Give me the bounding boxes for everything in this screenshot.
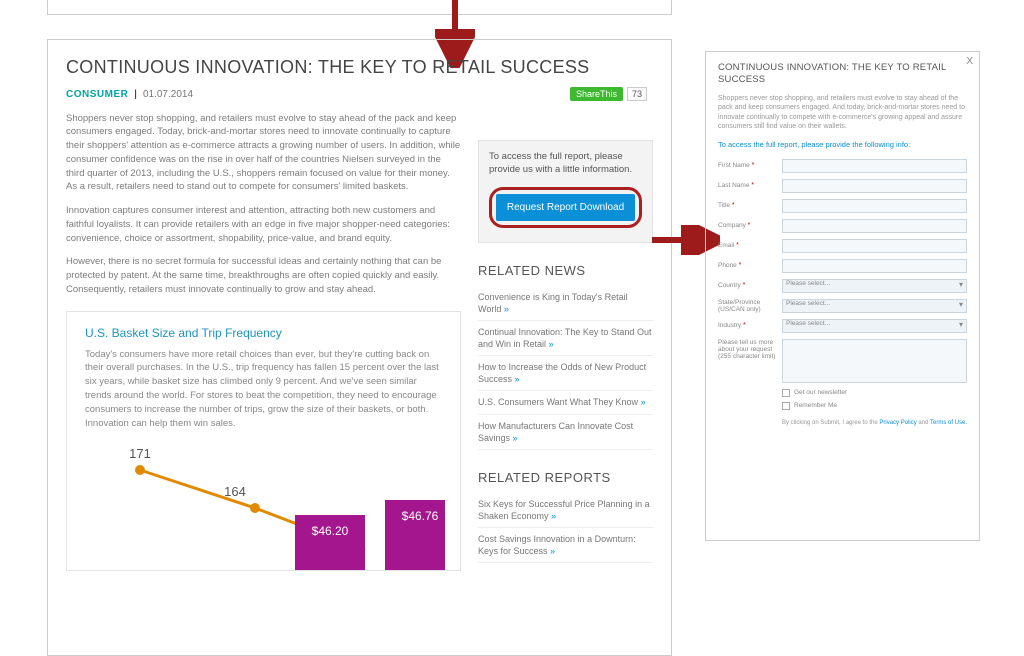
cta-highlight-ring: Request Report Download [489, 187, 642, 228]
paragraph: However, there is no secret formula for … [66, 255, 461, 296]
newsletter-label: Get our newsletter [794, 389, 847, 396]
chart-line-label-1: 164 [224, 484, 246, 499]
industry-select[interactable]: Please select... [782, 319, 967, 333]
chart-line-label-0: 171 [129, 446, 151, 461]
article-meta: CONSUMER | 01.07.2014 ShareThis 73 [66, 89, 653, 100]
article-card: CONTINUOUS INNOVATION: THE KEY TO RETAIL… [47, 39, 672, 656]
country-select[interactable]: Please select... [782, 279, 967, 293]
form-intro: Shoppers never stop shopping, and retail… [718, 94, 967, 132]
related-news-item[interactable]: Convenience is King in Today's Retail Wo… [478, 286, 653, 321]
top-card-stub [47, 0, 672, 15]
related-report-item[interactable]: Six Keys for Successful Price Planning i… [478, 493, 653, 528]
request-textarea[interactable] [782, 339, 967, 383]
chart-desc: Today's consumers have more retail choic… [85, 348, 442, 431]
share-button[interactable]: ShareThis [570, 87, 623, 101]
request-report-button[interactable]: Request Report Download [496, 194, 635, 221]
form-footnote: By clicking on Submit, I agree to the Pr… [782, 420, 967, 426]
cta-text: To access the full report, please provid… [489, 151, 642, 177]
chart-title: U.S. Basket Size and Trip Frequency [85, 326, 442, 340]
title-field[interactable] [782, 199, 967, 213]
related-news-item[interactable]: Continual Innovation: The Key to Stand O… [478, 321, 653, 356]
related-news-heading: RELATED NEWS [478, 263, 653, 278]
article-date: 01.07.2014 [143, 89, 193, 100]
chart-box: U.S. Basket Size and Trip Frequency Toda… [66, 311, 461, 572]
form-title: CONTINUOUS INNOVATION: THE KEY TO RETAIL… [718, 62, 967, 86]
close-icon[interactable]: X [966, 56, 973, 67]
first-name-field[interactable] [782, 159, 967, 173]
phone-field[interactable] [782, 259, 967, 273]
report-form-modal: X CONTINUOUS INNOVATION: THE KEY TO RETA… [705, 51, 980, 541]
state-select[interactable]: Please select... [782, 299, 967, 313]
remember-checkbox[interactable] [782, 402, 790, 410]
paragraph: Innovation captures consumer interest an… [66, 204, 461, 245]
remember-label: Remember Me [794, 402, 837, 409]
article-sidebar: To access the full report, please provid… [478, 140, 653, 563]
form-cta: To access the full report, please provid… [718, 140, 967, 149]
chart-bar-label-0: $46.20 [312, 524, 349, 538]
cta-box: To access the full report, please provid… [478, 140, 653, 243]
related-news-item[interactable]: How Manufacturers Can Innovate Cost Savi… [478, 415, 653, 450]
category-link[interactable]: CONSUMER [66, 89, 128, 100]
related-news-item[interactable]: How to Increase the Odds of New Product … [478, 356, 653, 391]
related-report-item[interactable]: Cost Savings Innovation in a Downturn: K… [478, 528, 653, 563]
related-reports-heading: RELATED REPORTS [478, 470, 653, 485]
article-title: CONTINUOUS INNOVATION: THE KEY TO RETAIL… [66, 56, 653, 79]
share-count: 73 [627, 87, 647, 101]
company-field[interactable] [782, 219, 967, 233]
related-reports-list: Six Keys for Successful Price Planning i… [478, 493, 653, 564]
privacy-link[interactable]: Privacy Policy [879, 420, 916, 426]
related-news-list: Convenience is King in Today's Retail Wo… [478, 286, 653, 450]
chart-plot: 171 164 $46.20 $46.76 [85, 440, 445, 570]
meta-sep: | [134, 89, 137, 100]
chart-bar-label-1: $46.76 [402, 509, 439, 523]
last-name-field[interactable] [782, 179, 967, 193]
paragraph: Shoppers never stop shopping, and retail… [66, 112, 461, 195]
article-body: Shoppers never stop shopping, and retail… [66, 112, 461, 572]
newsletter-checkbox[interactable] [782, 389, 790, 397]
terms-link[interactable]: Terms of Use [930, 420, 965, 426]
email-field[interactable] [782, 239, 967, 253]
related-news-item[interactable]: U.S. Consumers Want What They Know » [478, 391, 653, 414]
